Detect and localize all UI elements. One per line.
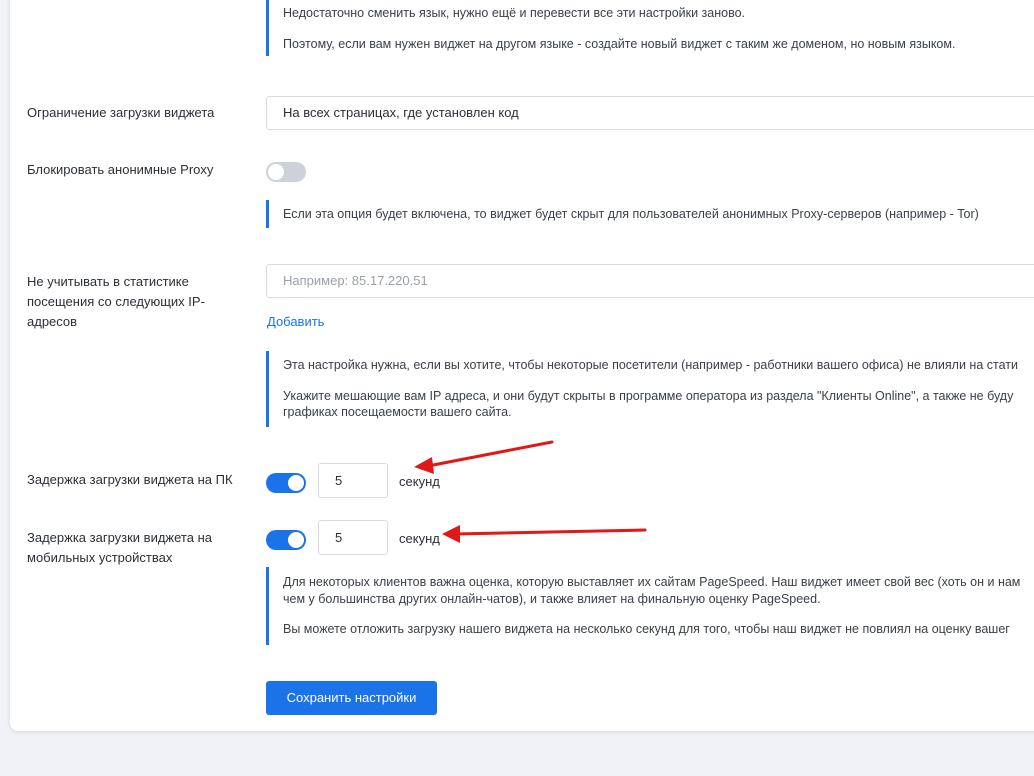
ip-exclude-note: Эта настройка нужна, если вы хотите, что… [266,351,1026,427]
ip-note-line1: Эта настройка нужна, если вы хотите, что… [283,358,1018,372]
proxy-toggle-knob [268,164,284,180]
proxy-label: Блокировать анонимные Proxy [27,162,214,177]
proxy-toggle[interactable] [266,162,306,182]
delay-pc-toggle-knob [288,475,304,491]
load-restriction-select[interactable]: На всех страницах, где установлен код [266,96,1034,130]
delay-pc-unit: секунд [399,474,440,489]
delay-mobile-seconds-input[interactable]: 5 [318,520,388,555]
delay-mobile-toggle-knob [288,532,304,548]
ip-exclude-label-line2: посещения со следующих IP-адресов [27,294,205,329]
ip-exclude-label: Не учитывать в статистике посещения со с… [27,272,252,332]
proxy-note: Если эта опция будет включена, то виджет… [266,200,1034,228]
pagespeed-note-line3: Вы можете отложить загрузку нашего видже… [283,622,1010,636]
language-note: Недостаточно сменить язык, нужно ещё и п… [266,0,1026,56]
proxy-note-text: Если эта опция будет включена, то виджет… [283,207,979,221]
delay-mobile-label-line1: Задержка загрузки виджета на [27,530,212,545]
delay-mobile-unit: секунд [399,531,440,546]
delay-mobile-toggle[interactable] [266,530,306,550]
pagespeed-note-line2: чем у большинства других онлайн-чатов), … [283,591,821,606]
ip-exclude-label-line1: Не учитывать в статистике [27,274,189,289]
load-restriction-label: Ограничение загрузки виджета [27,105,215,120]
ip-note-line3: графиках посещаемости вашего сайта. [283,405,512,419]
save-settings-button[interactable]: Сохранить настройки [266,681,437,715]
language-note-line1: Недостаточно сменить язык, нужно ещё и п… [283,6,746,20]
ip-address-input[interactable]: Например: 85.17.220.51 [266,264,1034,298]
delay-pc-label: Задержка загрузки виджета на ПК [27,472,233,487]
delay-mobile-label: Задержка загрузки виджета на мобильных у… [27,528,252,568]
delay-pc-seconds-input[interactable]: 5 [318,463,388,498]
pagespeed-note: Для некоторых клиентов важна оценка, кот… [266,567,1026,645]
add-ip-link[interactable]: Добавить [267,313,324,331]
delay-pc-toggle[interactable] [266,473,306,493]
pagespeed-note-line1: Для некоторых клиентов важна оценка, кот… [283,575,1021,589]
ip-note-line2: Укажите мешающие вам IP адреса, и они бу… [283,388,1014,403]
delay-mobile-label-line2: мобильных устройствах [27,550,173,565]
language-note-line2: Поэтому, если вам нужен виджет на другом… [283,36,956,51]
